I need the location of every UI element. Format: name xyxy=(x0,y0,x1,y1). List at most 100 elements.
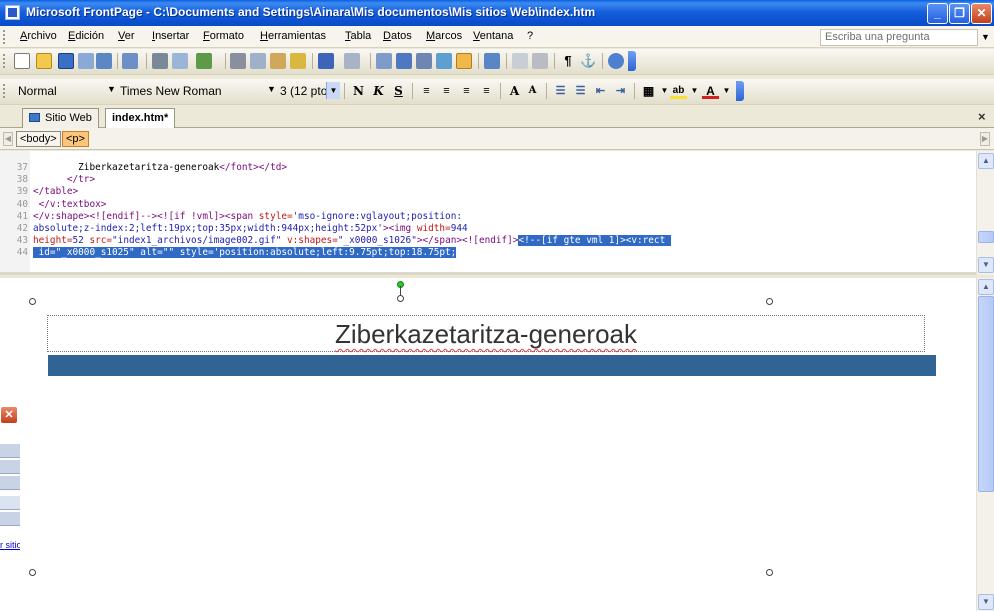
code-view-pane[interactable]: 37 Ziberkazetaritza-generoak</font></td>… xyxy=(0,151,994,275)
cut-icon[interactable] xyxy=(230,53,246,69)
align-center-icon[interactable]: ≡ xyxy=(438,83,455,99)
title-bar[interactable]: Microsoft FrontPage - C:\Documents and S… xyxy=(0,0,994,26)
save-icon[interactable] xyxy=(58,53,74,69)
redo-icon[interactable] xyxy=(344,53,360,69)
decrease-indent-icon[interactable]: ⇤ xyxy=(592,83,609,99)
copy-icon[interactable] xyxy=(250,53,266,69)
ask-question-input[interactable]: Escriba una pregunta xyxy=(820,29,978,46)
toolbar-grip[interactable] xyxy=(3,84,6,98)
increase-indent-icon[interactable]: ⇥ xyxy=(612,83,629,99)
code-scrollbar[interactable]: ▲ ▼ xyxy=(976,151,994,275)
bulleted-list-icon[interactable]: ☰ xyxy=(572,83,589,99)
numbered-list-icon[interactable]: ☰ xyxy=(552,83,569,99)
refresh-icon[interactable] xyxy=(512,53,528,69)
font-color-icon[interactable]: A xyxy=(702,83,719,99)
menu-ver[interactable]: Ver xyxy=(118,30,135,42)
decrease-font-icon[interactable]: A xyxy=(524,83,541,99)
task-pane-row[interactable] xyxy=(0,496,20,510)
new-page-icon[interactable] xyxy=(14,53,30,69)
insert-table-icon[interactable] xyxy=(396,53,412,69)
quick-tag-p[interactable]: <p> xyxy=(62,131,89,147)
style-select[interactable]: Normal xyxy=(14,81,106,100)
drawing-icon[interactable] xyxy=(456,53,472,69)
ask-dropdown-icon[interactable]: ▼ xyxy=(981,32,990,42)
chevron-left-icon[interactable]: ◀ xyxy=(3,132,13,146)
menu-archivo[interactable]: Archivo xyxy=(20,30,57,42)
chevron-down-icon[interactable]: ▼ xyxy=(686,83,703,99)
tab-sitio-web[interactable]: Sitio Web xyxy=(22,108,99,128)
help-icon[interactable] xyxy=(608,53,624,69)
insert-picture-icon[interactable] xyxy=(436,53,452,69)
task-pane-row[interactable] xyxy=(0,444,20,458)
hyperlink-icon[interactable] xyxy=(484,53,500,69)
align-left-icon[interactable]: ≡ xyxy=(418,83,435,99)
scroll-thumb[interactable] xyxy=(978,231,994,243)
toolbar-options-icon[interactable] xyxy=(736,81,744,101)
restore-button[interactable]: ❐ xyxy=(949,3,970,24)
undo-icon[interactable] xyxy=(318,53,334,69)
menu-insertar[interactable]: Insertar xyxy=(152,30,189,42)
align-right-icon[interactable]: ≡ xyxy=(458,83,475,99)
justify-icon[interactable]: ≡ xyxy=(478,83,495,99)
paste-icon[interactable] xyxy=(270,53,286,69)
font-select[interactable]: ▼ Times New Roman xyxy=(106,81,256,100)
blue-banner-bar[interactable] xyxy=(48,355,936,376)
italic-button[interactable]: K xyxy=(370,83,387,99)
chevron-down-icon[interactable]: ▼ xyxy=(718,83,735,99)
bookmark-icon[interactable]: ⚓ xyxy=(580,53,596,69)
menu-ventana[interactable]: Ventana xyxy=(473,30,513,42)
close-window-button[interactable]: ✕ xyxy=(971,3,992,24)
headline-textbox[interactable]: Ziberkazetaritza-generoak xyxy=(47,315,925,352)
font-size-select[interactable]: ▼ 3 (12 pto) ▼ xyxy=(266,81,341,100)
borders-icon[interactable]: ▦ xyxy=(640,83,657,99)
toolbar-options-icon[interactable] xyxy=(628,51,636,71)
scroll-down-icon[interactable]: ▼ xyxy=(978,594,994,610)
web-component-icon[interactable] xyxy=(376,53,392,69)
design-scrollbar[interactable]: ▲ ▼ xyxy=(976,278,994,611)
scroll-thumb[interactable] xyxy=(978,296,994,492)
task-pane-row[interactable] xyxy=(0,460,20,474)
task-pane-row[interactable] xyxy=(0,512,20,526)
menu-marcos[interactable]: Marcos xyxy=(426,30,462,42)
tab-index-htm[interactable]: index.htm* xyxy=(105,108,176,129)
minimize-button[interactable]: _ xyxy=(927,3,948,24)
resize-handle[interactable] xyxy=(397,295,404,302)
close-task-pane-icon[interactable]: ✕ xyxy=(0,406,18,424)
menu-herramientas[interactable]: Herramientas xyxy=(260,30,326,42)
chevron-right-icon[interactable]: ▶ xyxy=(980,132,990,146)
menu-datos[interactable]: Datos xyxy=(383,30,412,42)
scroll-up-icon[interactable]: ▲ xyxy=(978,279,994,295)
spelling-icon[interactable] xyxy=(196,53,212,69)
preview-icon[interactable] xyxy=(172,53,188,69)
insert-layer-icon[interactable] xyxy=(416,53,432,69)
menu-tabla[interactable]: Tabla xyxy=(345,30,371,42)
resize-handle[interactable] xyxy=(766,298,773,305)
bold-button[interactable]: N xyxy=(350,83,367,99)
menu-formato[interactable]: Formato xyxy=(203,30,244,42)
close-document-icon[interactable]: × xyxy=(978,109,986,124)
search-icon[interactable] xyxy=(78,53,94,69)
resize-handle[interactable] xyxy=(29,569,36,576)
task-pane-row[interactable] xyxy=(0,476,20,490)
scroll-down-icon[interactable]: ▼ xyxy=(978,257,994,273)
highlight-icon[interactable]: ab xyxy=(670,83,687,99)
toggle-pane-icon[interactable] xyxy=(122,53,138,69)
menu-grip[interactable] xyxy=(3,30,6,44)
publish-icon[interactable] xyxy=(96,53,112,69)
open-folder-icon[interactable] xyxy=(36,53,52,69)
scroll-up-icon[interactable]: ▲ xyxy=(978,153,994,169)
show-all-icon[interactable]: ¶ xyxy=(560,53,576,69)
design-view-pane[interactable]: Ziberkazetaritza-generoak xyxy=(0,278,976,611)
menu-edicion[interactable]: Edición xyxy=(68,30,104,42)
frontpage-app-icon[interactable] xyxy=(5,5,20,20)
increase-font-icon[interactable]: A xyxy=(506,83,523,99)
resize-handle[interactable] xyxy=(29,298,36,305)
underline-button[interactable]: S xyxy=(390,83,407,99)
print-icon[interactable] xyxy=(152,53,168,69)
toolbar-grip[interactable] xyxy=(3,54,6,68)
quick-tag-body[interactable]: <body> xyxy=(16,131,61,147)
menu-help[interactable]: ? xyxy=(527,30,533,42)
task-pane-link[interactable]: r sitio xyxy=(0,540,20,550)
resize-handle[interactable] xyxy=(766,569,773,576)
format-painter-icon[interactable] xyxy=(290,53,306,69)
